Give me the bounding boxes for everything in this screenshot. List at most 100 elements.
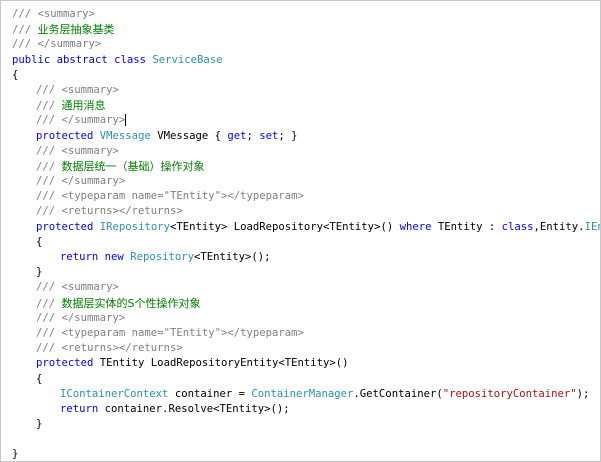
code-token-plain: ,Entity. [533, 220, 585, 233]
code-line: /// <summary> [12, 83, 598, 98]
code-line: /// 通用消息 [12, 98, 598, 113]
code-token-type: IContainerContext [60, 387, 169, 400]
code-token-doc-slash: /// [12, 38, 38, 51]
code-token-doc-tag: <summary> [61, 83, 119, 96]
code-token-doc-slash: /// [36, 297, 62, 310]
code-token-plain: <TEntity> LoadRepository<TEntity>() [169, 220, 400, 233]
code-line: /// <typeparam name="TEntity"></typepara… [12, 326, 598, 341]
code-line: /// </summary> [12, 113, 598, 128]
code-token-plain: ; } [278, 129, 298, 142]
code-token-type: IEntity [584, 220, 600, 233]
code-line: /// <returns></returns> [12, 204, 598, 219]
code-token-doc-tag: </summary> [37, 38, 102, 51]
code-token-doc-tag: <typeparam name="TEntity"></typeparam> [61, 190, 304, 203]
code-line: } [12, 447, 598, 461]
code-token-plain: <TEntity>(); [193, 251, 271, 263]
code-token-kw: return [60, 402, 99, 415]
code-token-doc-tag: <typeparam name="TEntity"></typeparam> [61, 326, 304, 339]
code-token-kw: class [501, 220, 534, 233]
code-line: /// <returns></returns> [12, 341, 598, 356]
code-token-doc-slash: /// [36, 83, 62, 96]
code-token-doc-text: 数据层实体的S个性操作对象 [61, 296, 201, 310]
code-token-doc-tag: </summary> [61, 114, 126, 127]
code-token-kw: protected [36, 129, 94, 142]
code-token-plain: } [12, 448, 19, 461]
code-line: return container.Resolve<TEntity>(); [12, 402, 598, 417]
code-token-doc-tag: <summary> [61, 144, 119, 157]
code-line: /// <typeparam name="TEntity"></typepara… [12, 189, 598, 204]
code-token-doc-text: 数据层统一（基础）操作对象 [61, 159, 205, 173]
code-token-doc-slash: /// [36, 100, 62, 113]
code-token-doc-tag: <returns></returns> [61, 205, 183, 218]
code-token-doc-tag: <summary> [61, 281, 119, 294]
code-token-doc-slash: /// [36, 144, 62, 157]
code-token-doc-slash: /// [36, 311, 62, 324]
code-token-kw: protected [36, 357, 94, 370]
code-token-doc-text: 业务层抽象基类 [37, 23, 115, 37]
code-token-doc-slash: /// [12, 8, 38, 20]
code-line: return new Repository<TEntity>(); [12, 250, 598, 265]
code-token-plain: container = [168, 387, 252, 400]
code-area[interactable]: /// <summary>/// 业务层抽象基类/// </summary> pu… [12, 7, 600, 461]
code-line: /// 业务层抽象基类 [12, 22, 598, 37]
code-token-doc-tag: <summary> [37, 8, 95, 20]
code-token-plain: ); [576, 387, 590, 400]
code-line: /// </summary> [12, 37, 598, 52]
code-token-plain: container.Resolve<TEntity>(); [98, 402, 290, 415]
code-token-type: IRepository [99, 220, 170, 233]
code-token-kw: where [399, 220, 432, 233]
code-token-doc-slash: /// [36, 175, 62, 188]
code-line: protected IRepository<TEntity> LoadRepos… [12, 220, 600, 235]
code-line: protected VMessage VMessage { get; set; … [12, 129, 598, 144]
code-token-plain: { [36, 235, 43, 248]
code-line: /// 数据层实体的S个性操作对象 [12, 296, 598, 311]
code-token-type: VMessage [99, 129, 151, 142]
code-token-plain: } [36, 266, 43, 279]
code-line: protected TEntity LoadRepositoryEntity<T… [12, 356, 598, 371]
code-token-doc-tag: <returns></returns> [61, 342, 183, 355]
code-token-kw: set [259, 129, 279, 142]
code-token-doc-slash: /// [36, 190, 62, 203]
code-token-kw: return [60, 251, 99, 263]
text-caret [125, 114, 127, 127]
code-line: public abstract class ServiceBase [12, 53, 598, 68]
code-token-plain: TEntity : [431, 220, 502, 233]
code-line: } [12, 265, 598, 280]
code-token-kw: new [104, 251, 124, 263]
code-token-doc-slash: /// [36, 281, 62, 294]
code-line: } [12, 417, 598, 432]
code-editor[interactable]: /// <summary>/// 业务层抽象基类/// </summary> pu… [0, 0, 601, 462]
code-token-doc-slash: /// [36, 342, 62, 355]
code-token-type: ServiceBase [152, 53, 223, 66]
code-line: { [12, 68, 598, 83]
code-line: /// <summary> [12, 280, 598, 295]
code-line: /// <summary> [12, 144, 598, 159]
code-line: { [12, 235, 598, 250]
code-token-type: Repository [130, 251, 194, 263]
code-token-kw: public [12, 53, 51, 66]
code-token-plain: .GetContainer( [353, 387, 443, 400]
code-token-doc-slash: /// [36, 326, 62, 339]
code-token-plain: } [36, 418, 43, 431]
code-token-doc-slash: /// [36, 114, 62, 127]
code-token-doc-tag: </summary> [61, 175, 126, 188]
code-line: IContainerContext container = ContainerM… [12, 387, 598, 402]
code-token-plain: { [36, 372, 43, 385]
code-token-kw: class [114, 53, 146, 66]
code-token-doc-slash: /// [36, 205, 62, 218]
code-line: /// </summary> [12, 311, 598, 326]
code-token-kw: abstract [56, 53, 108, 66]
code-token-kw: get [227, 129, 247, 142]
code-token-doc-text: 通用消息 [61, 99, 106, 113]
code-token-kw: protected [36, 220, 94, 233]
code-line: /// 数据层统一（基础）操作对象 [12, 159, 598, 174]
code-token-type: ContainerManager [251, 387, 354, 400]
code-token-plain: ; [246, 129, 260, 142]
code-token-doc-slash: /// [12, 24, 38, 37]
code-token-plain: { [12, 68, 19, 81]
code-token-plain: VMessage { [150, 129, 228, 142]
code-token-str: "repositoryContainer" [442, 387, 577, 400]
code-token-doc-slash: /// [36, 160, 62, 173]
code-token-plain: TEntity LoadRepositoryEntity<TEntity>() [93, 357, 349, 370]
